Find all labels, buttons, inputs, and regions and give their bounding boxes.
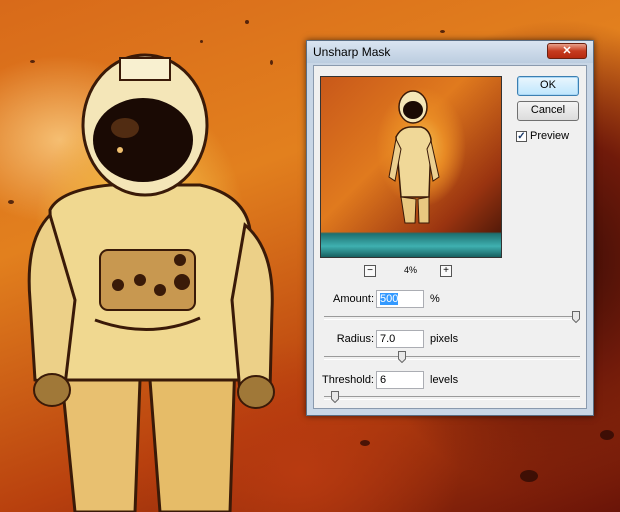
slider-thumb-icon[interactable]: [331, 391, 340, 403]
threshold-slider[interactable]: [324, 396, 580, 400]
debris-speck: [440, 30, 445, 33]
preview-label: Preview: [530, 130, 570, 142]
zoom-out-button[interactable]: −: [364, 265, 376, 277]
checkbox-check-icon: ✓: [517, 131, 526, 142]
zoom-in-button[interactable]: +: [440, 265, 452, 277]
filter-preview-image[interactable]: [320, 76, 502, 258]
preview-astronaut-figure: [388, 90, 440, 224]
close-icon: ✕: [562, 45, 572, 57]
preview-checkbox[interactable]: ✓: [516, 131, 527, 142]
zoom-out-icon: −: [367, 265, 373, 276]
dialog-client-area: − 4% + OK Cancel ✓ Preview Amount: 500 %…: [313, 65, 587, 409]
radius-unit: pixels: [430, 333, 459, 345]
amount-value: 500: [380, 293, 399, 305]
zoom-in-icon: +: [443, 265, 449, 276]
astronaut-figure: [27, 53, 275, 512]
threshold-value: 6: [380, 374, 387, 386]
zoom-level: 4%: [404, 265, 418, 275]
amount-slider[interactable]: [324, 316, 580, 320]
unsharp-mask-dialog: Unsharp Mask ✕ − 4% + OK Cancel ✓ Previe…: [306, 40, 594, 416]
radius-slider[interactable]: [324, 356, 580, 360]
amount-field[interactable]: 500: [376, 290, 424, 308]
dialog-titlebar[interactable]: Unsharp Mask ✕: [307, 41, 593, 63]
debris-speck: [520, 470, 538, 482]
radius-value: 7.0: [380, 333, 396, 345]
slider-thumb-icon[interactable]: [398, 351, 407, 363]
amount-unit: %: [430, 293, 440, 305]
debris-speck: [360, 440, 370, 446]
threshold-unit: levels: [430, 374, 459, 386]
slider-thumb-icon[interactable]: [572, 311, 580, 323]
close-button[interactable]: ✕: [547, 43, 587, 59]
radius-field[interactable]: 7.0: [376, 330, 424, 348]
ok-button[interactable]: OK: [517, 76, 579, 96]
threshold-label: Threshold:: [322, 374, 374, 386]
cancel-button[interactable]: Cancel: [517, 101, 579, 121]
threshold-field[interactable]: 6: [376, 371, 424, 389]
debris-speck: [600, 430, 614, 440]
amount-label: Amount:: [333, 293, 374, 305]
dialog-title: Unsharp Mask: [313, 45, 391, 59]
radius-label: Radius:: [336, 333, 374, 345]
